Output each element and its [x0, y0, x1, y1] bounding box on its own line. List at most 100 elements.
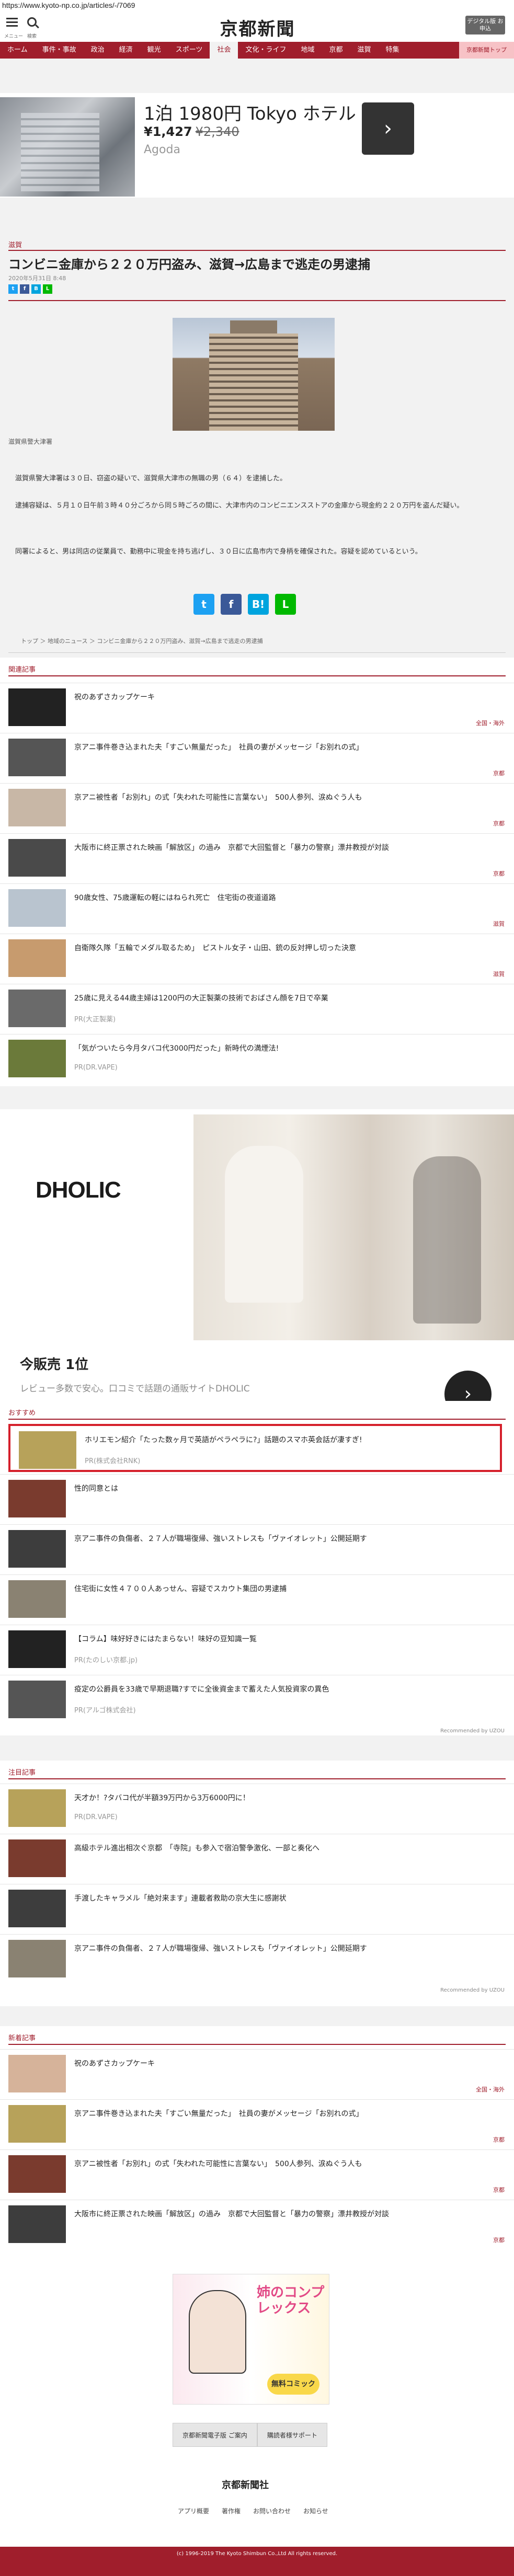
news-title[interactable]: 性的同意とは [74, 1483, 482, 1493]
news-tag[interactable]: 滋賀 [493, 919, 505, 928]
news-row[interactable]: 大阪市に終正票された映画「解放区」の過み 京都で大回監督と「暴力の警察」漂井教授… [0, 2200, 514, 2248]
news-tag[interactable]: 滋賀 [493, 970, 505, 978]
nav-item[interactable]: 地域 [293, 42, 322, 59]
sponsored-by[interactable]: Recommended by UZOU [440, 1987, 505, 1993]
news-row[interactable]: 京アニ被性者「お別れ」の式「失われた可能性に言葉ない」 500人参列、涙ぬぐう人… [0, 2149, 514, 2198]
news-row[interactable]: 自衛隊久隊「五輪でメダル取るため」 ピストル女子・山田、銃の反対押し切った決意滋… [0, 934, 514, 982]
news-thumbnail [8, 1480, 66, 1517]
news-title[interactable]: 疫定の公爵員を33歳で早期退職?すでに全後資金まで蓄えた人気投資家の異色 [74, 1684, 482, 1694]
subscriber-support-button[interactable]: 購読者様サポート [257, 2423, 327, 2447]
footer-link[interactable]: お知らせ [303, 2506, 328, 2515]
news-row[interactable]: 大阪市に終正票された映画「解放区」の過み 京都で大回監督と「暴力の警察」漂井教授… [0, 833, 514, 881]
news-row[interactable]: 祝のあずさカップケーキ全国・海外 [0, 2049, 514, 2097]
news-title[interactable]: 90歳女性、75歳運転の軽にはねられ死亡 住宅街の夜道道路 [74, 892, 482, 903]
news-row[interactable]: 高級ホテル進出相次ぐ京都 「寺院」も参入で宿泊警争激化、一部と奏化へ [0, 1834, 514, 1882]
nav-item[interactable]: 特集 [379, 42, 407, 59]
footer-link[interactable]: アプリ概要 [178, 2506, 209, 2515]
news-row[interactable]: ホリエモン紹介「たった数ヶ月で英語がペラペラに?」話題のスマホ英会話が凄すぎ! P… [8, 1424, 502, 1472]
hotel-ad-banner[interactable]: 1泊 1980円 Tokyo ホテル ¥1,427 ¥2,340 Agoda › [0, 93, 514, 198]
news-tag[interactable]: 全国・海外 [476, 719, 505, 727]
news-tag[interactable]: 京都 [493, 769, 505, 777]
news-title[interactable]: 高級ホテル進出相次ぐ京都 「寺院」も参入で宿泊警争激化、一部と奏化へ [74, 1843, 482, 1853]
news-row[interactable]: 疫定の公爵員を33歳で早期退職?すでに全後資金まで蓄えた人気投資家の異色 PR(ア… [0, 1675, 514, 1723]
news-title[interactable]: 京アニ事件の負傷者、２７人が職場復帰、強いストレスも「ヴァイオレット」公開延期す [74, 1943, 482, 1953]
news-row[interactable]: 祝のあずさカップケーキ全国・海外 [0, 683, 514, 731]
hatena-icon[interactable]: B! [248, 594, 269, 615]
news-tag[interactable]: 京都 [493, 869, 505, 878]
sponsor-label: PR(DR.VAPE) [74, 1064, 118, 1072]
twitter-icon[interactable]: t [8, 284, 18, 294]
facebook-icon[interactable]: f [221, 594, 242, 615]
nav-item[interactable]: 滋賀 [350, 42, 379, 59]
news-row[interactable]: 京アニ事件巻き込まれた夫「すごい無量だった」 社員の妻がメッセージ「お別れの式」… [0, 2099, 514, 2147]
news-title[interactable]: 自衛隊久隊「五輪でメダル取るため」 ピストル女子・山田、銃の反対押し切った決意 [74, 942, 482, 953]
news-row[interactable]: 京アニ被性者「お別れ」の式「失われた可能性に言葉ない」 500人参列、涙ぬぐう人… [0, 783, 514, 831]
news-row[interactable]: 「気がついたら今月タバコ代3000円だった」新時代の満煙法! PR(DR.VAPE… [0, 1034, 514, 1082]
nav-item[interactable]: 京都 [322, 42, 350, 59]
digital-subscribe-button[interactable]: デジタル版 お申込 [465, 16, 505, 34]
news-title[interactable]: 大阪市に終正票された映画「解放区」の過み 京都で大回監督と「暴力の警察」漂井教授… [74, 842, 482, 853]
line-icon[interactable]: L [275, 594, 296, 615]
news-title[interactable]: 祝のあずさカップケーキ [74, 2058, 482, 2068]
nav-item[interactable]: 政治 [84, 42, 112, 59]
hatena-icon[interactable]: B [31, 284, 41, 294]
news-title[interactable]: ホリエモン紹介「たった数ヶ月で英語がペラペラに?」話題のスマホ英会話が凄すぎ! [85, 1434, 493, 1445]
news-row[interactable]: 25歳に見える44歳主婦は1200円の大正製薬の技術でおばさん顔を7日で卒業 PR… [0, 984, 514, 1032]
news-row[interactable]: 天才か！?タバコ代が半額39万円から3万6000円に！ PR(DR.VAPE) [0, 1784, 514, 1832]
digital-guide-button[interactable]: 京都新聞電子版 ご案内 [173, 2423, 257, 2447]
line-icon[interactable]: L [43, 284, 52, 294]
news-title[interactable]: 京アニ事件の負傷者、２７人が職場復帰、強いストレスも「ヴァイオレット」公開延期す [74, 1533, 482, 1544]
news-title[interactable]: 【コラム】味好好きにはたまらない！味好の豆知識一覧 [74, 1634, 482, 1644]
breadcrumb[interactable]: トップ ＞ 地域のニュース ＞ コンビニ金庫から２２０万円盗み、滋賀→広島まで逃… [21, 637, 263, 645]
news-row[interactable]: 90歳女性、75歳運転の軽にはねられ死亡 住宅街の夜道道路滋賀 [0, 883, 514, 932]
news-title[interactable]: 住宅街に女性４７００人あっせん、容疑でスカウト集団の男逮捕 [74, 1583, 482, 1594]
news-tag[interactable]: 京都 [493, 819, 505, 827]
news-row[interactable]: 京アニ事件の負傷者、２７人が職場復帰、強いストレスも「ヴァイオレット」公開延期す [0, 1524, 514, 1572]
nav-item[interactable]: 社会 [210, 42, 238, 59]
nav-item[interactable]: 観光 [140, 42, 168, 59]
news-title[interactable]: 祝のあずさカップケーキ [74, 692, 482, 702]
nav-item[interactable]: 事件・事故 [35, 42, 84, 59]
nav-item[interactable]: 経済 [112, 42, 140, 59]
search-icon[interactable] [27, 17, 37, 27]
sponsored-by[interactable]: Recommended by UZOU [440, 1728, 505, 1734]
footer-link[interactable]: 著作権 [222, 2506, 241, 2515]
news-tag[interactable]: 全国・海外 [476, 2085, 505, 2094]
news-row[interactable]: 【コラム】味好好きにはたまらない！味好の豆知識一覧 PR(たのしい京都.jp) [0, 1625, 514, 1673]
nav-item[interactable]: ホーム [0, 42, 35, 59]
hotel-ad-price: ¥1,427 ¥2,340 [144, 124, 239, 139]
news-title[interactable]: 京アニ事件巻き込まれた夫「すごい無量だった」 社員の妻がメッセージ「お別れの式」 [74, 742, 482, 752]
dholic-ad[interactable]: DHOLIC 今販売 1位 レビュー多数で安心。口コミで話題の通販サイトDHOL… [0, 1109, 514, 1418]
facebook-icon[interactable]: f [20, 284, 29, 294]
chevron-right-icon[interactable]: › [362, 102, 414, 155]
twitter-icon[interactable]: t [193, 594, 214, 615]
article-category[interactable]: 滋賀 [8, 239, 22, 249]
news-row[interactable]: 京アニ事件の負傷者、２７人が職場復帰、強いストレスも「ヴァイオレット」公開延期す [0, 1934, 514, 1982]
nav-item[interactable]: 京都新聞トップ [459, 42, 514, 59]
news-title[interactable]: 京アニ被性者「お別れ」の式「失われた可能性に言葉ない」 500人参列、涙ぬぐう人… [74, 792, 482, 802]
news-title[interactable]: 「気がついたら今月タバコ代3000円だった」新時代の満煙法! [74, 1043, 482, 1053]
news-title[interactable]: 大阪市に終正票された映画「解放区」の過み 京都で大回監督と「暴力の警察」漂井教授… [74, 2209, 482, 2219]
news-row[interactable]: 手渡したキャラメル「絶対来ます」連載者救助の京大生に感謝状 [0, 1884, 514, 1932]
news-thumbnail [8, 1530, 66, 1568]
footer-logo[interactable]: 京都新聞社 [222, 2478, 269, 2491]
comic-ad[interactable]: 姉のコンプレックス 無料コミック [173, 2274, 329, 2405]
news-tag[interactable]: 京都 [493, 2135, 505, 2144]
address-bar[interactable]: https://www.kyoto-np.co.jp/articles/-/70… [0, 0, 514, 12]
nav-item[interactable]: 文化・ライフ [238, 42, 293, 59]
news-row[interactable]: 京アニ事件巻き込まれた夫「すごい無量だった」 社員の妻がメッセージ「お別れの式」… [0, 733, 514, 781]
news-title[interactable]: 京アニ被性者「お別れ」の式「失われた可能性に言葉ない」 500人参列、涙ぬぐう人… [74, 2158, 482, 2169]
news-row[interactable]: 性的同意とは [0, 1474, 514, 1522]
site-logo[interactable]: 京都新聞 [212, 15, 303, 40]
news-title[interactable]: 25歳に見える44歳主婦は1200円の大正製薬の技術でおばさん顔を7日で卒業 [74, 993, 482, 1003]
photo-caption: 滋賀県警大津署 [8, 438, 53, 445]
news-tag[interactable]: 京都 [493, 2236, 505, 2244]
hamburger-menu-icon[interactable] [6, 18, 18, 27]
news-tag[interactable]: 京都 [493, 2186, 505, 2194]
news-title[interactable]: 京アニ事件巻き込まれた夫「すごい無量だった」 社員の妻がメッセージ「お別れの式」 [74, 2108, 482, 2119]
nav-item[interactable]: スポーツ [168, 42, 210, 59]
news-title[interactable]: 天才か！?タバコ代が半額39万円から3万6000円に！ [74, 1792, 482, 1803]
news-row[interactable]: 住宅街に女性４７００人あっせん、容疑でスカウト集団の男逮捕 [0, 1574, 514, 1623]
footer-link[interactable]: お問い合わせ [253, 2506, 291, 2515]
news-title[interactable]: 手渡したキャラメル「絶対来ます」連載者救助の京大生に感謝状 [74, 1893, 482, 1903]
